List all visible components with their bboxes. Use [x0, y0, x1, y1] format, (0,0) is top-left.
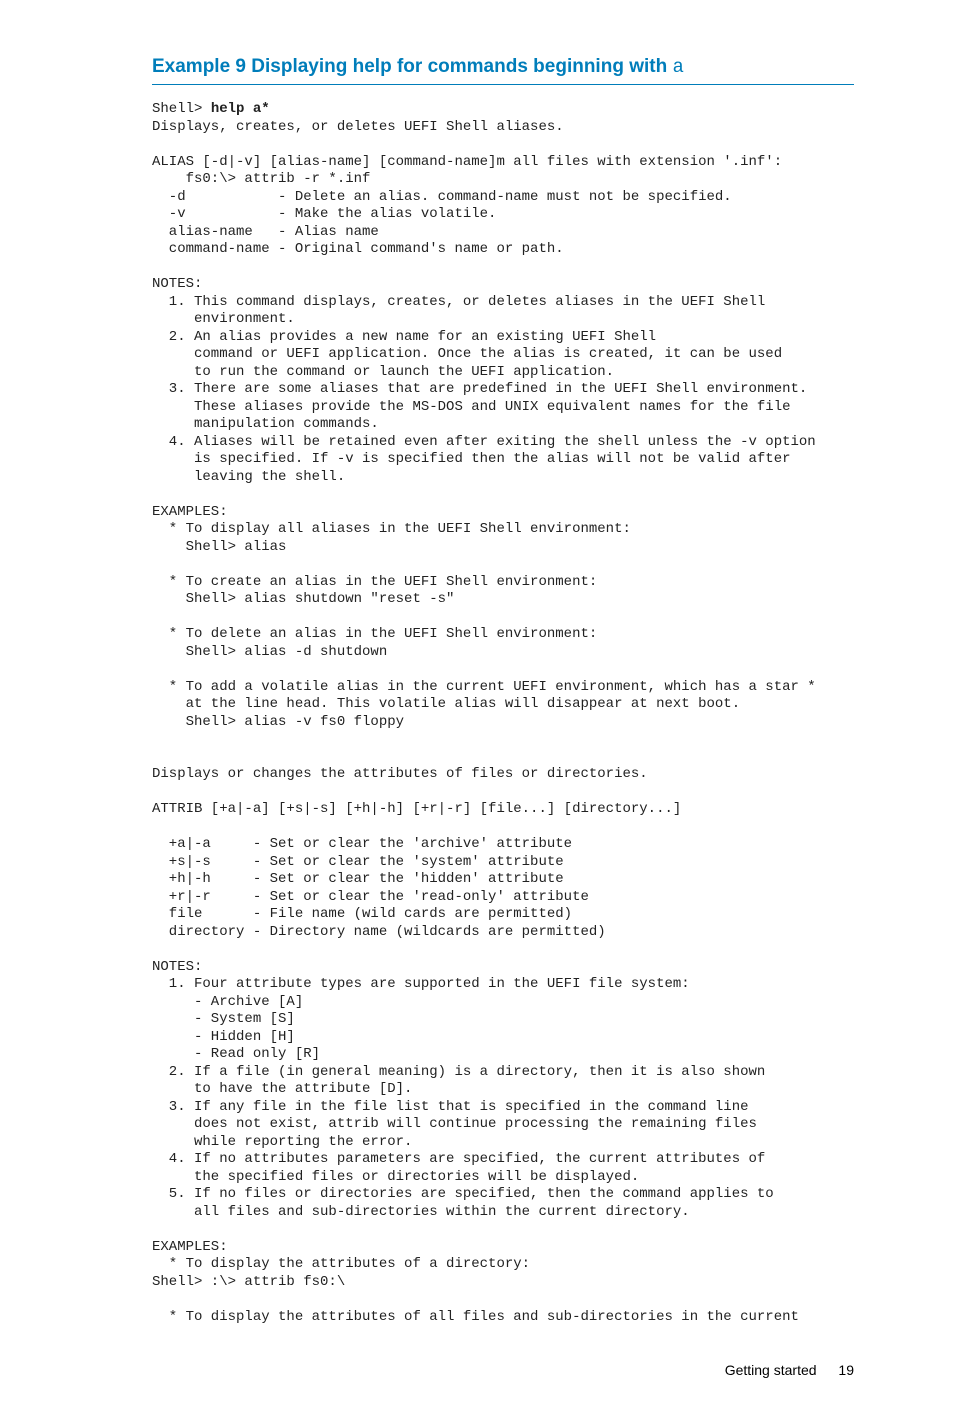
code-body: Displays, creates, or deletes UEFI Shell… [152, 119, 816, 1325]
page-footer: Getting started 19 [152, 1362, 854, 1378]
prompt-prefix: Shell> [152, 101, 211, 117]
code-block: Shell> help a* Displays, creates, or del… [152, 101, 854, 1326]
example-heading: Example 9 Displaying help for commands b… [152, 56, 854, 85]
heading-mono: a [672, 56, 683, 78]
footer-section: Getting started [725, 1362, 817, 1378]
prompt-command: help a* [211, 101, 270, 117]
footer-page-number: 19 [838, 1362, 854, 1378]
document-page: Example 9 Displaying help for commands b… [0, 0, 954, 1418]
heading-text: Example 9 Displaying help for commands b… [152, 56, 672, 77]
